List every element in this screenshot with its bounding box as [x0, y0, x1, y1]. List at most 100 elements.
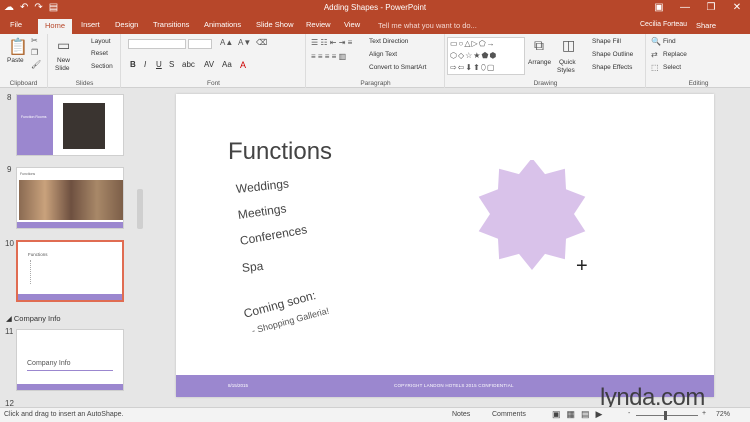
italic-button[interactable]: I: [144, 60, 146, 69]
underline-button[interactable]: U: [156, 60, 162, 69]
thumb-bullets: [30, 260, 42, 284]
tab-insert[interactable]: Insert: [81, 20, 100, 29]
new-slide-button[interactable]: New: [57, 57, 70, 64]
view-buttons: ▣ ▦ ▤ ▶: [552, 409, 602, 420]
zoom-slider-thumb[interactable]: [664, 411, 667, 420]
shapes-gallery[interactable]: ▭○△▷⬠→ ⬡◇☆★⬟⬢ ⇨⇦⬇⬆⬯▢: [447, 37, 525, 75]
tab-view[interactable]: View: [344, 20, 360, 29]
tell-me-box[interactable]: Tell me what you want to do...: [378, 21, 477, 30]
zoom-out-button[interactable]: -: [628, 410, 630, 417]
thumb-photo-collage: [19, 180, 123, 220]
select-button[interactable]: Select: [663, 64, 681, 71]
shadow-button[interactable]: abc: [182, 60, 195, 69]
convert-to-smartart-button[interactable]: Convert to SmartArt: [369, 64, 426, 71]
bullet-item[interactable]: Weddings: [235, 176, 289, 195]
layout-button[interactable]: Layout: [91, 38, 111, 45]
bullets-icon[interactable]: ☰ ☷ ⇤ ⇥ ≡: [311, 38, 352, 47]
user-name[interactable]: Cecilia Forteau: [640, 21, 687, 28]
ribbon-tabs: File Home Insert Design Transitions Anim…: [0, 18, 750, 34]
font-color-button[interactable]: A: [240, 60, 246, 70]
thumb-title: Company Info: [27, 360, 71, 367]
thumb-title: Functions: [20, 172, 36, 176]
slides-group-label: Slides: [75, 80, 94, 87]
clipboard-group: 📋 Paste ✂ ❐ 🖌 Clipboard: [0, 34, 48, 88]
align-text-button[interactable]: Align Text: [369, 51, 397, 58]
star-polygon[interactable]: [478, 160, 586, 270]
arrange-icon[interactable]: ⧉: [534, 37, 544, 54]
slide-thumbnail-9[interactable]: Functions: [16, 167, 124, 229]
change-case-button[interactable]: Aa: [222, 60, 232, 69]
close-button[interactable]: ✕: [730, 2, 744, 13]
find-icon[interactable]: 🔍: [651, 37, 661, 46]
tab-slide-show[interactable]: Slide Show: [256, 20, 294, 29]
paste-icon[interactable]: 📋: [8, 37, 28, 57]
shape-fill-button[interactable]: Shape Fill: [592, 38, 621, 45]
bullet-item[interactable]: Conferences: [239, 222, 308, 248]
slideshow-icon[interactable]: ▶: [596, 409, 603, 420]
quick-styles-button-line2[interactable]: Styles: [557, 67, 575, 74]
text-direction-button[interactable]: Text Direction: [369, 38, 408, 45]
tab-transitions[interactable]: Transitions: [153, 20, 189, 29]
copy-icon[interactable]: ❐: [31, 48, 38, 57]
format-painter-icon[interactable]: 🖌: [31, 60, 41, 69]
comments-button[interactable]: Comments: [492, 411, 526, 418]
strikethrough-button[interactable]: S: [169, 60, 174, 69]
grow-font-icon[interactable]: A▲: [220, 38, 233, 47]
shape-effects-button[interactable]: Shape Effects: [592, 64, 632, 71]
slide-title[interactable]: Functions: [228, 138, 332, 166]
minimize-button[interactable]: —: [678, 2, 692, 13]
font-name-input[interactable]: [128, 39, 186, 49]
zoom-in-button[interactable]: +: [702, 410, 706, 417]
share-button[interactable]: Share: [696, 21, 716, 30]
section-collapse-icon[interactable]: ◢: [6, 314, 12, 323]
character-spacing-button[interactable]: AV: [204, 60, 214, 69]
tab-animations[interactable]: Animations: [204, 20, 241, 29]
slide-thumbnail-8[interactable]: Function Rooms: [16, 94, 124, 156]
notes-button[interactable]: Notes: [452, 411, 470, 418]
find-button[interactable]: Find: [663, 38, 676, 45]
slides-pane-scrollbar[interactable]: [137, 189, 143, 229]
normal-view-icon[interactable]: ▣: [552, 409, 561, 420]
new-slide-button-line2[interactable]: Slide: [55, 65, 69, 72]
tab-file[interactable]: File: [10, 20, 22, 29]
ribbon-display-options-icon[interactable]: ▣: [652, 2, 666, 13]
tab-review[interactable]: Review: [306, 20, 331, 29]
slide-number: 8: [7, 93, 12, 102]
cut-icon[interactable]: ✂: [31, 36, 38, 45]
shape-outline-button[interactable]: Shape Outline: [592, 51, 633, 58]
clear-formatting-icon[interactable]: ⌫: [256, 38, 267, 47]
select-icon[interactable]: ⬚: [651, 63, 659, 72]
bullet-item[interactable]: Spa: [241, 259, 264, 275]
new-slide-icon[interactable]: ▭: [57, 37, 70, 54]
slide-sorter-icon[interactable]: ▦: [567, 409, 576, 420]
quick-styles-button[interactable]: Quick: [559, 59, 576, 66]
zoom-slider[interactable]: [636, 415, 698, 416]
reset-button[interactable]: Reset: [91, 50, 108, 57]
slide-canvas[interactable]: Functions Weddings Meetings Conferences …: [176, 94, 714, 397]
tab-design[interactable]: Design: [115, 20, 138, 29]
bullet-item[interactable]: Meetings: [237, 201, 287, 222]
slide-thumbnail-11[interactable]: Company Info: [16, 329, 124, 391]
arrange-button[interactable]: Arrange: [528, 59, 551, 66]
quick-styles-icon[interactable]: ◫: [562, 37, 575, 54]
bold-button[interactable]: B: [130, 60, 136, 69]
status-bar: Click and drag to insert an AutoShape. N…: [0, 407, 750, 422]
font-size-input[interactable]: [188, 39, 212, 49]
star-shape[interactable]: [472, 160, 592, 270]
window-title: Adding Shapes - PowerPoint: [323, 3, 427, 12]
zoom-level[interactable]: 72%: [716, 411, 730, 418]
slide-number: 10: [5, 239, 14, 248]
restore-button[interactable]: ❐: [704, 2, 718, 13]
alignment-icons[interactable]: ≡ ≡ ≡ ≡ ▥: [311, 52, 346, 61]
reading-view-icon[interactable]: ▤: [581, 409, 590, 420]
replace-button[interactable]: Replace: [663, 51, 687, 58]
replace-icon[interactable]: ⇄: [651, 50, 658, 59]
shrink-font-icon[interactable]: A▼: [238, 38, 251, 47]
tab-home[interactable]: Home: [38, 19, 72, 34]
slide-thumbnail-10[interactable]: Functions: [16, 240, 124, 302]
section-header-company-info[interactable]: ◢ Company Info: [6, 314, 61, 323]
paste-button[interactable]: Paste: [7, 57, 24, 64]
main-scrollbar[interactable]: [740, 89, 750, 407]
section-button[interactable]: Section: [91, 63, 113, 70]
paragraph-group: ☰ ☷ ⇤ ⇥ ≡ ≡ ≡ ≡ ≡ ▥ Text Direction Align…: [307, 34, 445, 88]
